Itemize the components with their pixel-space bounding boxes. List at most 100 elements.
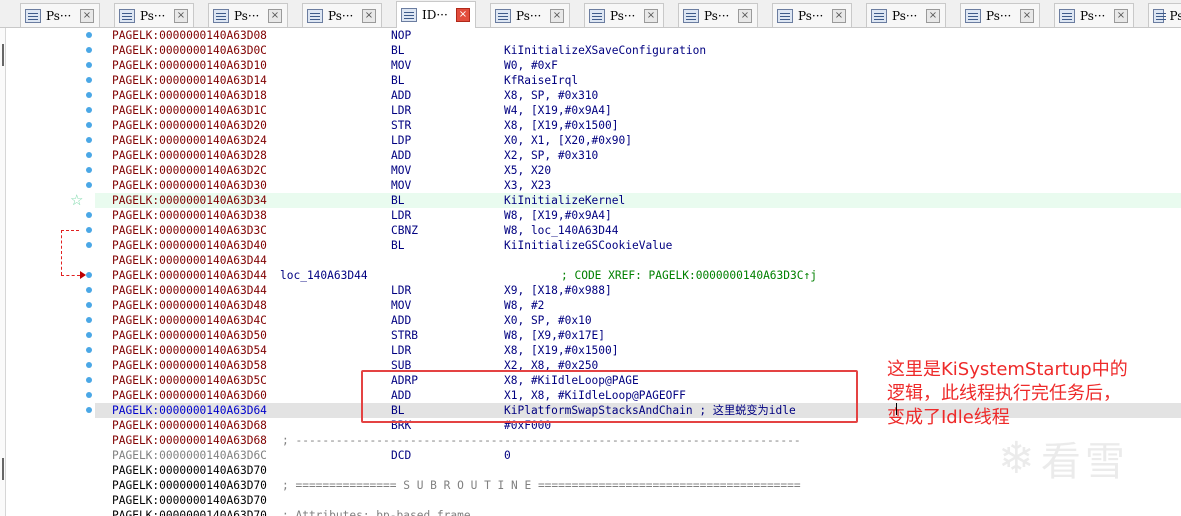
listing-row[interactable]: PAGELK:0000000140A63D70 <box>95 493 1181 508</box>
document-icon <box>777 8 793 23</box>
tab-6[interactable]: Ps··· × <box>584 3 664 27</box>
row-address: PAGELK:0000000140A63D38 <box>112 209 267 222</box>
tab-5[interactable]: Ps··· × <box>490 3 570 27</box>
listing-row[interactable]: PAGELK:0000000140A63D14 BL KfRaiseIrql <box>95 73 1181 88</box>
tab-11[interactable]: Ps··· × <box>1054 3 1134 27</box>
listing-row[interactable]: PAGELK:0000000140A63D48 MOV W8, #2 <box>95 298 1181 313</box>
row-operands: X3, X23 <box>504 179 552 192</box>
row-mnemonic: MOV <box>391 59 412 72</box>
close-icon[interactable]: × <box>268 8 282 23</box>
text-caret <box>896 403 897 415</box>
row-address: PAGELK:0000000140A63D70 <box>112 479 267 492</box>
document-icon <box>965 8 981 23</box>
document-icon <box>589 8 605 23</box>
listing-row[interactable]: PAGELK:0000000140A63D20 STR X8, [X19,#0x15… <box>95 118 1181 133</box>
breakpoint-dot[interactable] <box>86 182 92 188</box>
listing-row[interactable]: PAGELK:0000000140A63D1C LDR W4, [X19,#0x9A… <box>95 103 1181 118</box>
row-address: PAGELK:0000000140A63D64 <box>112 404 267 417</box>
row-address: PAGELK:0000000140A63D34 <box>112 194 267 207</box>
document-icon <box>1153 8 1167 23</box>
close-icon[interactable]: × <box>174 8 188 23</box>
tab-7[interactable]: Ps··· × <box>678 3 758 27</box>
row-label: loc_140A63D44 <box>280 269 368 282</box>
listing-row[interactable]: PAGELK:0000000140A63D50 STRB W8, [X9,#0x17… <box>95 328 1181 343</box>
row-mnemonic: NOP <box>391 29 412 42</box>
row-operands: KfRaiseIrql <box>504 74 579 87</box>
tab-3[interactable]: Ps··· × <box>302 3 382 27</box>
listing-row[interactable]: PAGELK:0000000140A63D28 ADD X2, SP, #0x310 <box>95 148 1181 163</box>
breakpoint-dot[interactable] <box>86 392 92 398</box>
close-icon[interactable]: × <box>1114 8 1128 23</box>
breakpoint-dot[interactable] <box>86 272 92 278</box>
listing-row[interactable]: PAGELK:0000000140A63D44 LDR X9, [X18,#0x98… <box>95 283 1181 298</box>
breakpoint-dot[interactable] <box>86 77 92 83</box>
row-address: PAGELK:0000000140A63D10 <box>112 59 267 72</box>
listing-row[interactable]: PAGELK:0000000140A63D54 LDR X8, [X19,#0x15… <box>95 343 1181 358</box>
close-icon[interactable]: × <box>926 8 940 23</box>
listing-row[interactable]: PAGELK:0000000140A63D4C ADD X0, SP, #0x10 <box>95 313 1181 328</box>
listing-row[interactable]: PAGELK:0000000140A63D10 MOV W0, #0xF <box>95 58 1181 73</box>
breakpoint-dot[interactable] <box>86 47 92 53</box>
close-icon[interactable]: × <box>738 8 752 23</box>
row-mnemonic: MOV <box>391 179 412 192</box>
listing-row[interactable]: PAGELK:0000000140A63D3C CBNZ W8, loc_140A6… <box>95 223 1181 238</box>
close-icon[interactable]: × <box>550 8 564 23</box>
breakpoint-dot[interactable] <box>86 212 92 218</box>
breakpoint-dot[interactable] <box>86 287 92 293</box>
breakpoint-dot[interactable] <box>86 92 92 98</box>
listing-row[interactable]: PAGELK:0000000140A63D70 ; Attributes: bp-… <box>95 508 1181 516</box>
tab-1[interactable]: Ps··· × <box>114 3 194 27</box>
annotation-line-1: 这里是KiSystemStartup中的 <box>887 359 1128 380</box>
row-address: PAGELK:0000000140A63D5C <box>112 374 267 387</box>
breakpoint-dot[interactable] <box>86 32 92 38</box>
breakpoint-dot[interactable] <box>86 362 92 368</box>
tab-0[interactable]: Ps··· × <box>20 3 100 27</box>
tab-9[interactable]: Ps··· × <box>866 3 946 27</box>
tab-8[interactable]: Ps··· × <box>772 3 852 27</box>
row-operands: X8, [X19,#0x1500] <box>504 119 619 132</box>
breakpoint-dot[interactable] <box>86 107 92 113</box>
listing-row[interactable]: PAGELK:0000000140A63D44 <box>95 253 1181 268</box>
annotation-line-3: 变成了Idle线程 <box>887 407 1010 428</box>
listing-row[interactable]: PAGELK:0000000140A63D38 LDR W8, [X19,#0x9A… <box>95 208 1181 223</box>
row-mnemonic: ADD <box>391 314 412 327</box>
breakpoint-dot[interactable] <box>86 242 92 248</box>
listing-row[interactable]: PAGELK:0000000140A63D18 ADD X8, SP, #0x310 <box>95 88 1181 103</box>
close-icon[interactable]: × <box>80 8 94 23</box>
breakpoint-dot[interactable] <box>86 137 92 143</box>
breakpoint-dot[interactable] <box>86 347 92 353</box>
breakpoint-dot[interactable] <box>86 317 92 323</box>
breakpoint-dot[interactable] <box>86 167 92 173</box>
listing-row[interactable]: PAGELK:0000000140A63D08 NOP <box>95 28 1181 43</box>
breakpoint-dot[interactable] <box>86 227 92 233</box>
listing-row[interactable]: PAGELK:0000000140A63D30 MOV X3, X23 <box>95 178 1181 193</box>
row-address: PAGELK:0000000140A63D1C <box>112 104 267 117</box>
breakpoint-dot[interactable] <box>86 302 92 308</box>
tab-label: Ps··· <box>46 8 72 23</box>
close-icon[interactable]: × <box>456 8 470 22</box>
breakpoint-dot[interactable] <box>86 377 92 383</box>
tab-4[interactable]: ID··· × <box>396 1 476 28</box>
breakpoint-dot[interactable] <box>86 122 92 128</box>
tab-2[interactable]: Ps··· × <box>208 3 288 27</box>
row-address: PAGELK:0000000140A63D30 <box>112 179 267 192</box>
listing-row[interactable]: PAGELK:0000000140A63D40 BL KiInitializeGSC… <box>95 238 1181 253</box>
close-icon[interactable]: × <box>832 8 846 23</box>
breakpoint-dot[interactable] <box>86 152 92 158</box>
listing-row[interactable]: PAGELK:0000000140A63D0C BL KiInitializeXSa… <box>95 43 1181 58</box>
row-address: PAGELK:0000000140A63D68 <box>112 434 267 447</box>
tab-10[interactable]: Ps··· × <box>960 3 1040 27</box>
listing-row[interactable]: PAGELK:0000000140A63D34 BL KiInitializeKer… <box>95 193 1181 208</box>
breakpoint-dot[interactable] <box>86 332 92 338</box>
close-icon[interactable]: × <box>1020 8 1034 23</box>
close-icon[interactable]: × <box>644 8 658 23</box>
close-icon[interactable]: × <box>362 8 376 23</box>
breakpoint-dot[interactable] <box>86 407 92 413</box>
tab-label: Ps··· <box>234 8 260 23</box>
listing-row[interactable]: PAGELK:0000000140A63D2C MOV X5, X20 <box>95 163 1181 178</box>
listing-row[interactable]: PAGELK:0000000140A63D44 loc_140A63D44 ; CO… <box>95 268 1181 283</box>
tab-12[interactable]: Ps··· <box>1148 3 1181 27</box>
listing-row[interactable]: PAGELK:0000000140A63D24 LDP X0, X1, [X20,#… <box>95 133 1181 148</box>
breakpoint-dot[interactable] <box>86 62 92 68</box>
row-mnemonic: BL <box>391 44 405 57</box>
